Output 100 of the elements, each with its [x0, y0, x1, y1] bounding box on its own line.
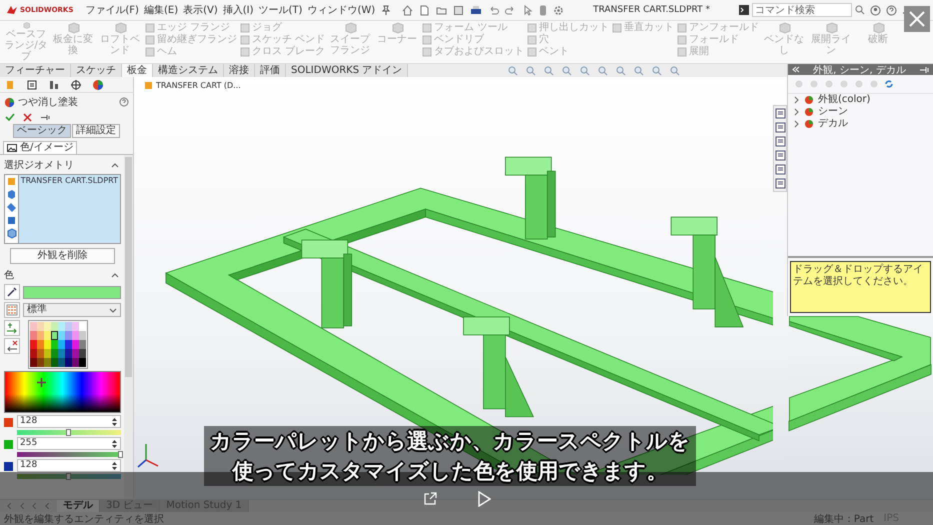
color-cell[interactable]	[44, 358, 51, 367]
ribbon-button[interactable]: 穴	[527, 34, 610, 46]
color-cell[interactable]	[79, 349, 86, 358]
value-field[interactable]: 255	[17, 437, 121, 450]
color-cell[interactable]	[30, 331, 37, 340]
ribbon-button[interactable]: タブおよびスロット	[422, 46, 524, 58]
document-tab[interactable]: モデル	[57, 500, 100, 512]
color-cell[interactable]	[44, 322, 51, 331]
color-cell[interactable]	[72, 331, 79, 340]
color-cell[interactable]	[65, 358, 72, 367]
search-field[interactable]: コマンド検索	[752, 3, 852, 17]
ribbon-button[interactable]: 展開ライン	[809, 22, 854, 62]
play-icon[interactable]	[476, 490, 490, 506]
task-pane-tab-icon[interactable]	[774, 136, 786, 147]
color-cell[interactable]	[51, 322, 58, 331]
collapse-icon[interactable]	[111, 162, 119, 168]
view-tool-icon[interactable]	[634, 66, 644, 76]
menu-item[interactable]: ウィンドウ(W)	[306, 3, 376, 17]
save-icon[interactable]	[453, 4, 464, 16]
ribbon-button[interactable]: クロス ブレーク	[240, 46, 326, 58]
color-cell[interactable]	[37, 322, 44, 331]
settings-icon[interactable]	[553, 4, 564, 16]
crosshair-icon[interactable]	[70, 78, 82, 90]
color-cell[interactable]	[79, 331, 86, 340]
checkmark-icon[interactable]	[5, 112, 15, 122]
ribbon-button[interactable]: エッジ フランジ	[145, 22, 237, 34]
ribbon-tab[interactable]: 溶接	[224, 64, 255, 77]
color-cell[interactable]	[79, 322, 86, 331]
color-cell[interactable]	[58, 331, 65, 340]
menu-item[interactable]: 挿入(I)	[222, 3, 255, 17]
task-pane-tab-icon[interactable]	[774, 122, 786, 133]
ribbon-button[interactable]: ベースフランジ/タブ	[4, 22, 48, 62]
ribbon-button[interactable]: ジョグ	[240, 22, 326, 34]
color-cell[interactable]	[30, 322, 37, 331]
redo-icon[interactable]	[505, 4, 516, 16]
view-tool-icon[interactable]	[562, 66, 572, 76]
palette-icon[interactable]	[4, 302, 20, 318]
undo-icon[interactable]	[488, 4, 500, 16]
configuration-icon[interactable]	[48, 78, 60, 90]
ribbon-button[interactable]: 留め継ぎフランジ	[145, 34, 237, 46]
view-tool-icon[interactable]	[670, 66, 680, 76]
collapse-icon[interactable]	[111, 272, 119, 278]
share-icon[interactable]	[422, 492, 436, 506]
spinner-icon[interactable]	[111, 460, 118, 470]
new-document-icon[interactable]	[419, 4, 430, 16]
color-cell[interactable]	[79, 340, 86, 349]
ribbon-button[interactable]: 破断	[856, 22, 900, 62]
color-cell[interactable]	[44, 340, 51, 349]
ribbon-tab[interactable]: 評価	[255, 64, 286, 77]
color-cell[interactable]	[44, 331, 51, 340]
color-cell[interactable]	[58, 322, 65, 331]
color-spectrum[interactable]	[4, 371, 121, 413]
ribbon-button[interactable]: ベンドなし	[762, 22, 806, 62]
ribbon-button[interactable]: 垂直カット	[612, 22, 674, 34]
color-cell[interactable]	[37, 331, 44, 340]
color-cell[interactable]	[79, 358, 86, 367]
eyedropper-icon[interactable]	[4, 284, 20, 300]
chevron-icon[interactable]	[794, 108, 800, 116]
task-pane-tab-icon[interactable]	[774, 178, 786, 189]
ribbon-button[interactable]: アンフォールド	[677, 22, 760, 34]
tree-item[interactable]: 外観(color)	[788, 94, 933, 106]
chevron-icon[interactable]	[794, 96, 800, 104]
ribbon-button[interactable]: 展開	[677, 46, 760, 58]
ribbon-tab[interactable]: スケッチ	[71, 64, 122, 77]
remove-button[interactable]: 外観を削除	[10, 248, 115, 264]
task-pane-tab-icon[interactable]	[774, 164, 786, 175]
menu-item[interactable]: ファイル(F)	[84, 3, 140, 17]
breadcrumb[interactable]: TRANSFER CART (D...	[156, 81, 241, 90]
help-icon[interactable]	[886, 4, 897, 16]
color-cell[interactable]	[65, 331, 72, 340]
color-cell[interactable]	[30, 349, 37, 358]
slider-thumb[interactable]	[66, 473, 71, 480]
view-tool-icon[interactable]	[544, 66, 554, 76]
color-cell[interactable]	[65, 349, 72, 358]
panel-tab[interactable]: 色/イメージ	[3, 141, 78, 154]
color-cell[interactable]	[37, 340, 44, 349]
ribbon-button[interactable]: 押し出しカット	[527, 22, 610, 34]
task-pane-tab-icon[interactable]	[774, 150, 786, 161]
color-cell[interactable]	[72, 349, 79, 358]
color-cell[interactable]	[51, 340, 58, 349]
home-icon[interactable]	[402, 4, 414, 16]
property-list-icon[interactable]	[26, 78, 38, 90]
palette-dropdown[interactable]: 標準	[23, 303, 121, 317]
value-field[interactable]: 128	[17, 415, 121, 428]
view-tool-icon[interactable]	[652, 66, 662, 76]
tree-item[interactable]: シーン	[788, 106, 933, 118]
color-cell[interactable]	[30, 358, 37, 367]
view-tool-icon[interactable]	[580, 66, 590, 76]
ribbon-button[interactable]: スケッチ ベンド	[240, 34, 326, 46]
color-cell[interactable]	[72, 322, 79, 331]
pin-icon[interactable]	[381, 5, 392, 15]
view-tool-icon[interactable]	[508, 66, 518, 76]
mode-button[interactable]: ベーシック	[13, 124, 71, 138]
ribbon-tab[interactable]: 板金	[122, 64, 153, 77]
ribbon-button[interactable]: ヘム	[145, 46, 237, 58]
refresh-icon[interactable]	[884, 79, 894, 89]
ribbon-tab[interactable]: 構造システム	[153, 64, 224, 77]
color-cell[interactable]	[44, 349, 51, 358]
scrollbar[interactable]	[124, 155, 133, 499]
ribbon-button[interactable]: スイープフランジ	[328, 22, 372, 62]
